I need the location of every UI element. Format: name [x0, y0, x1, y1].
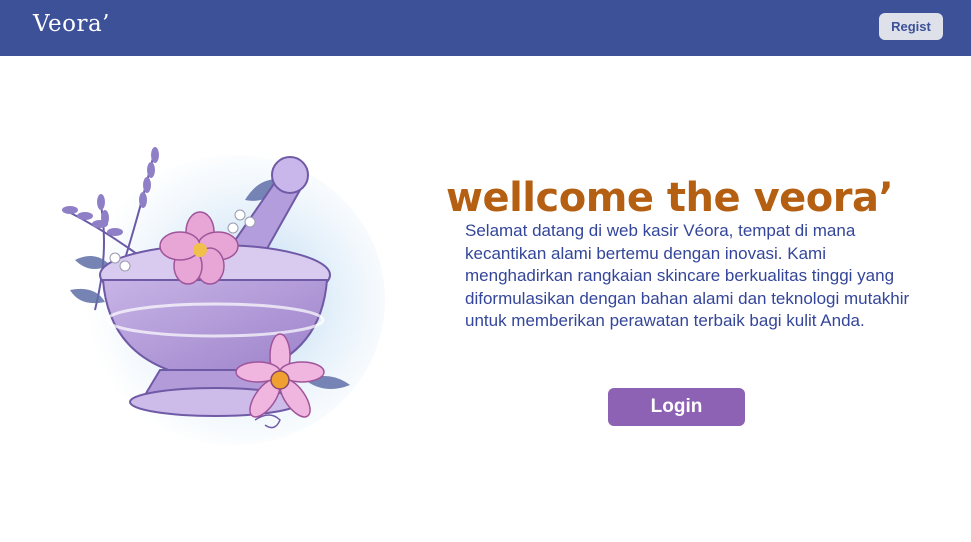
- login-button[interactable]: Login: [608, 388, 745, 426]
- brand-logo[interactable]: Veora’: [33, 11, 110, 37]
- welcome-description: Selamat datang di web kasir Véora, tempa…: [465, 221, 910, 331]
- top-navbar: Veora’ Regist: [0, 0, 971, 56]
- mortar-pestle-illustration: [55, 140, 385, 450]
- mortar-pestle-icon: [62, 147, 385, 445]
- regist-button[interactable]: Regist: [879, 13, 943, 40]
- welcome-headline: wellcome the veora’: [446, 174, 894, 221]
